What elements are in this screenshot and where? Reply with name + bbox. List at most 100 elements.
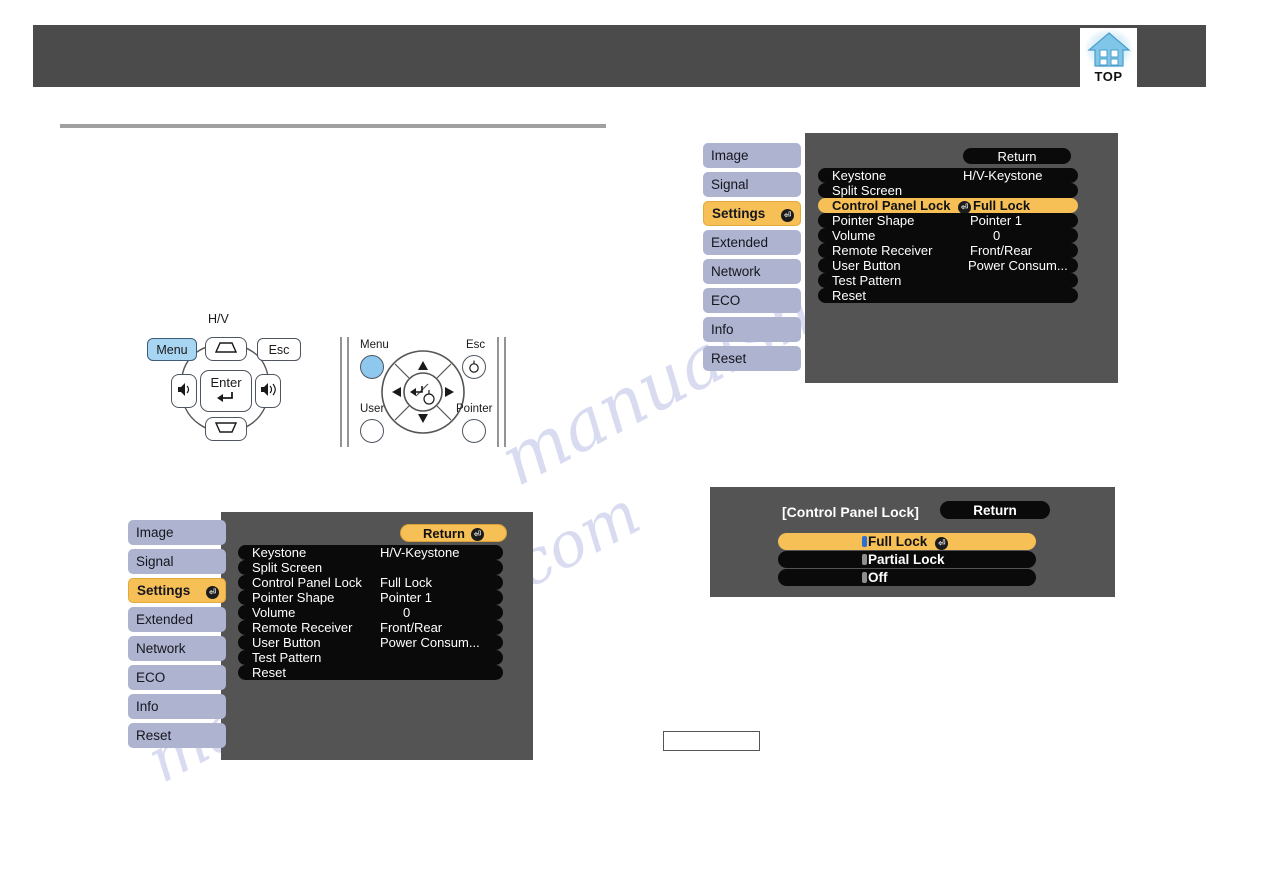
return-button[interactable]: Return bbox=[963, 148, 1071, 164]
sidebar-item-label: Image bbox=[711, 148, 749, 163]
row-label: Control Panel Lock bbox=[832, 198, 951, 213]
keystone-up-button[interactable] bbox=[205, 337, 247, 361]
keystone-label: H/V bbox=[208, 312, 229, 326]
sidebar-item-reset[interactable]: Reset bbox=[703, 346, 801, 371]
menu-row-user-button[interactable]: User Button Power Consum... bbox=[238, 635, 503, 650]
sidebar-item-settings[interactable]: Settings ⏎ bbox=[128, 578, 226, 603]
menu-row-pointer-shape[interactable]: Pointer Shape Pointer 1 bbox=[818, 213, 1078, 228]
menu-row-keystone[interactable]: Keystone H/V-Keystone bbox=[818, 168, 1078, 183]
menu-row-split-screen[interactable]: Split Screen bbox=[818, 183, 1078, 198]
enter-arrow-icon bbox=[216, 390, 236, 407]
row-label: Reset bbox=[832, 288, 866, 303]
menu-row-test-pattern[interactable]: Test Pattern bbox=[238, 650, 503, 665]
sidebar-item-info[interactable]: Info bbox=[703, 317, 801, 342]
remote-pointer-button[interactable] bbox=[462, 419, 486, 443]
top-badge-label: TOP bbox=[1094, 69, 1123, 84]
sidebar-item-label: Extended bbox=[136, 612, 194, 627]
menu-row-reset[interactable]: Reset bbox=[818, 288, 1078, 303]
sidebar-item-extended[interactable]: Extended bbox=[128, 607, 226, 632]
esc-button[interactable]: Esc bbox=[257, 338, 301, 361]
enter-button-label: Enter bbox=[210, 375, 242, 390]
row-label: Test Pattern bbox=[252, 650, 322, 665]
enter-button[interactable]: Enter bbox=[200, 370, 252, 412]
dialog-option-label: Full Lock bbox=[868, 534, 928, 549]
sidebar-item-eco[interactable]: ECO bbox=[128, 665, 226, 690]
row-label: Pointer Shape bbox=[832, 213, 915, 228]
row-label: Control Panel Lock bbox=[252, 575, 362, 590]
osd-sidebar: Image Signal Settings ⏎ Extended Network… bbox=[128, 520, 226, 752]
sidebar-item-label: Settings bbox=[137, 583, 191, 598]
enter-icon: ⏎ bbox=[935, 534, 949, 550]
menu-row-keystone[interactable]: Keystone H/V-Keystone bbox=[238, 545, 503, 560]
row-label: Split Screen bbox=[252, 560, 323, 575]
row-label: Volume bbox=[832, 228, 876, 243]
sidebar-item-network[interactable]: Network bbox=[128, 636, 226, 661]
row-label: Volume bbox=[252, 605, 296, 620]
row-label: User Button bbox=[832, 258, 901, 273]
page-header-bar bbox=[33, 25, 1206, 87]
sidebar-item-label: Reset bbox=[136, 728, 172, 743]
row-value: Front/Rear bbox=[970, 243, 1033, 258]
menu-button[interactable]: Menu bbox=[147, 338, 197, 361]
sidebar-item-signal[interactable]: Signal bbox=[703, 172, 801, 197]
sidebar-item-reset[interactable]: Reset bbox=[128, 723, 226, 748]
dialog-option-off[interactable]: Off bbox=[778, 569, 1036, 586]
sidebar-item-settings[interactable]: Settings ⏎ bbox=[703, 201, 801, 226]
sidebar-item-eco[interactable]: ECO bbox=[703, 288, 801, 313]
dialog-option-full-lock[interactable]: Full Lock ⏎ bbox=[778, 533, 1036, 550]
menu-row-pointer-shape[interactable]: Pointer Shape Pointer 1 bbox=[238, 590, 503, 605]
sidebar-item-network[interactable]: Network bbox=[703, 259, 801, 284]
sidebar-item-label: Reset bbox=[711, 351, 747, 366]
row-label: Keystone bbox=[832, 168, 887, 183]
row-label: Test Pattern bbox=[832, 273, 902, 288]
sidebar-item-label: Signal bbox=[136, 554, 174, 569]
keystone-up-icon bbox=[214, 341, 238, 357]
row-label: Remote Receiver bbox=[252, 620, 353, 635]
menu-row-user-button[interactable]: User Button Power Consum... bbox=[818, 258, 1078, 273]
menu-row-remote-receiver[interactable]: Remote Receiver Front/Rear bbox=[238, 620, 503, 635]
menu-row-reset[interactable]: Reset bbox=[238, 665, 503, 680]
remote-user-button[interactable] bbox=[360, 419, 384, 443]
enter-icon: ⏎ bbox=[206, 583, 219, 599]
return-button[interactable]: Return ⏎ bbox=[400, 524, 507, 542]
sidebar-item-image[interactable]: Image bbox=[703, 143, 801, 168]
sidebar-item-label: Network bbox=[711, 264, 761, 279]
sidebar-item-image[interactable]: Image bbox=[128, 520, 226, 545]
control-panel-diagram: H/V Menu Esc Enter bbox=[145, 312, 330, 452]
sidebar-item-label: Info bbox=[711, 322, 734, 337]
radio-indicator bbox=[862, 572, 867, 583]
dialog-return-button[interactable]: Return bbox=[940, 501, 1050, 519]
remote-esc-label: Esc bbox=[466, 339, 486, 351]
row-value: Pointer 1 bbox=[970, 213, 1023, 228]
enter-icon: ⏎ bbox=[781, 206, 794, 222]
keystone-down-button[interactable] bbox=[205, 417, 247, 441]
enter-icon: ⏎ bbox=[470, 525, 484, 541]
sidebar-item-info[interactable]: Info bbox=[128, 694, 226, 719]
menu-row-split-screen[interactable]: Split Screen bbox=[238, 560, 503, 575]
volume-up-button[interactable] bbox=[255, 374, 281, 408]
dialog-option-partial-lock[interactable]: Partial Lock bbox=[778, 551, 1036, 568]
osd-sidebar: Image Signal Settings ⏎ Extended Network… bbox=[703, 143, 801, 375]
row-value: Front/Rear bbox=[380, 620, 443, 635]
row-label: Split Screen bbox=[832, 183, 903, 198]
sidebar-item-label: Image bbox=[136, 525, 174, 540]
row-value: H/V-Keystone bbox=[380, 545, 460, 560]
top-nav-badge[interactable]: TOP bbox=[1080, 28, 1137, 88]
remote-esc-button[interactable] bbox=[462, 355, 486, 379]
sidebar-item-signal[interactable]: Signal bbox=[128, 549, 226, 574]
remote-menu-button[interactable] bbox=[360, 355, 384, 379]
menu-row-control-panel-lock[interactable]: Control Panel Lock Full Lock bbox=[238, 575, 503, 590]
pointer-hand-icon bbox=[468, 360, 480, 378]
menu-button-label: Menu bbox=[156, 342, 188, 357]
row-label: Pointer Shape bbox=[252, 590, 335, 605]
menu-row-remote-receiver[interactable]: Remote Receiver Front/Rear bbox=[818, 243, 1078, 258]
remote-pointer-label: Pointer bbox=[456, 403, 493, 415]
sidebar-item-extended[interactable]: Extended bbox=[703, 230, 801, 255]
row-value: 0 bbox=[403, 605, 411, 620]
menu-row-volume[interactable]: Volume 0 bbox=[238, 605, 503, 620]
row-value: Pointer 1 bbox=[380, 590, 433, 605]
menu-row-volume[interactable]: Volume 0 bbox=[818, 228, 1078, 243]
menu-row-control-panel-lock[interactable]: Control Panel Lock ⏎ Full Lock bbox=[818, 198, 1078, 214]
menu-row-test-pattern[interactable]: Test Pattern bbox=[818, 273, 1078, 288]
volume-down-button[interactable] bbox=[171, 374, 197, 408]
